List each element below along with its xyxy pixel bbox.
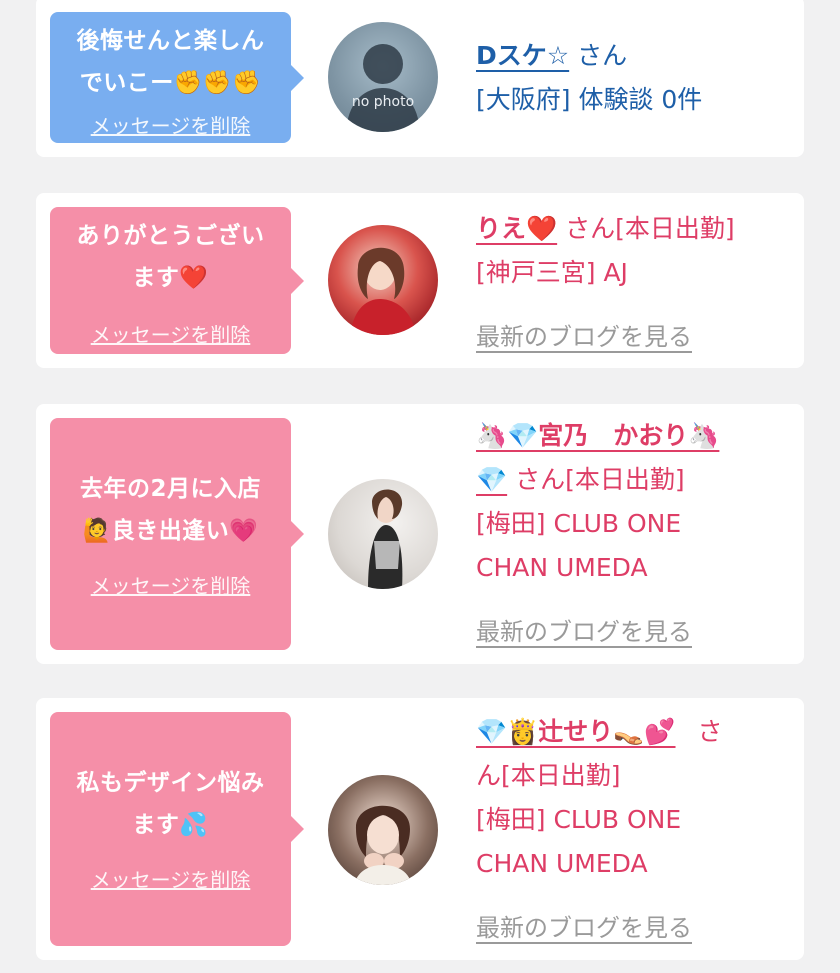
shop-name: CHAN UMEDA xyxy=(476,849,648,878)
shop-area: [梅田] CLUB ONE xyxy=(476,805,682,834)
profile-photo xyxy=(350,247,416,335)
no-photo-silhouette-icon xyxy=(346,44,420,132)
avatar[interactable] xyxy=(328,479,438,589)
message-text: 去年の2月に入店 🙋良き出逢い💗 xyxy=(79,476,261,544)
message-text: ありがとうござい ます❤️ xyxy=(76,223,265,291)
message-bubble: 後悔せんと楽しん でいこー✊✊✊ メッセージを削除 xyxy=(50,12,304,143)
shop-area: [梅田] CLUB ONE xyxy=(476,509,682,538)
no-photo-label: no photo xyxy=(351,94,415,110)
honorific: さん[本日出勤] xyxy=(557,214,735,243)
profile-photo xyxy=(368,489,403,589)
message-bubble: ありがとうござい ます❤️ メッセージを削除 xyxy=(50,207,304,354)
delete-message-link[interactable]: メッセージを削除 xyxy=(50,570,291,599)
honorific: さん xyxy=(569,41,628,70)
delete-message-link[interactable]: メッセージを削除 xyxy=(50,319,291,348)
delete-message-link[interactable]: メッセージを削除 xyxy=(50,110,291,139)
user-info: 💎👸辻せり👡💕 さ ん[本日出勤] [梅田] CLUB ONE CHAN UME… xyxy=(476,710,796,886)
message-bubble: 私もデザイン悩み ます💦 メッセージを削除 xyxy=(50,712,304,946)
user-name-link[interactable]: Dスケ☆ xyxy=(476,41,569,70)
shop-name: CHAN UMEDA xyxy=(476,553,648,582)
honorific: さん[本日出勤] xyxy=(507,465,685,494)
latest-blog-link[interactable]: 最新のブログを見る xyxy=(476,612,692,647)
user-name-link-cont[interactable]: 💎 xyxy=(476,465,507,494)
user-info: 🦄💎宮乃 かおり🦄 💎 さん[本日出勤] [梅田] CLUB ONE CHAN … xyxy=(476,414,796,590)
user-info: Dスケ☆ さん [大阪府] 体験談 0件 xyxy=(476,34,796,122)
profile-photo xyxy=(354,805,412,885)
latest-blog-link[interactable]: 最新のブログを見る xyxy=(476,908,692,943)
message-card: 私もデザイン悩み ます💦 メッセージを削除 💎👸辻せり👡💕 さ ん[本日出勤] … xyxy=(36,698,804,960)
user-info: りえ❤️ さん[本日出勤] [神戸三宮] AJ xyxy=(476,207,796,295)
message-card: ありがとうござい ます❤️ メッセージを削除 りえ❤️ さん[本日出勤] [神戸… xyxy=(36,193,804,368)
message-text: 後悔せんと楽しん でいこー✊✊✊ xyxy=(76,28,265,96)
avatar[interactable] xyxy=(328,225,438,335)
user-name-link[interactable]: りえ❤️ xyxy=(476,214,557,243)
latest-blog-link[interactable]: 最新のブログを見る xyxy=(476,317,692,352)
user-details: [神戸三宮] AJ xyxy=(476,258,628,287)
honorific: さ xyxy=(689,717,723,746)
message-card: 去年の2月に入店 🙋良き出逢い💗 メッセージを削除 🦄💎宮乃 かおり🦄 💎 さん… xyxy=(36,404,804,664)
message-text: 私もデザイン悩み ます💦 xyxy=(76,770,265,838)
avatar[interactable]: no photo xyxy=(328,22,438,132)
user-name-link[interactable]: 💎👸辻せり👡💕 xyxy=(476,717,676,746)
avatar[interactable] xyxy=(328,775,438,885)
message-card: 後悔せんと楽しん でいこー✊✊✊ メッセージを削除 no photo Dスケ☆ … xyxy=(36,0,804,157)
message-bubble: 去年の2月に入店 🙋良き出逢い💗 メッセージを削除 xyxy=(50,418,304,650)
honorific-cont: ん[本日出勤] xyxy=(476,761,621,790)
user-name-link[interactable]: 🦄💎宮乃 かおり🦄 xyxy=(476,421,719,450)
delete-message-link[interactable]: メッセージを削除 xyxy=(50,864,291,893)
user-details: [大阪府] 体験談 0件 xyxy=(476,85,703,114)
